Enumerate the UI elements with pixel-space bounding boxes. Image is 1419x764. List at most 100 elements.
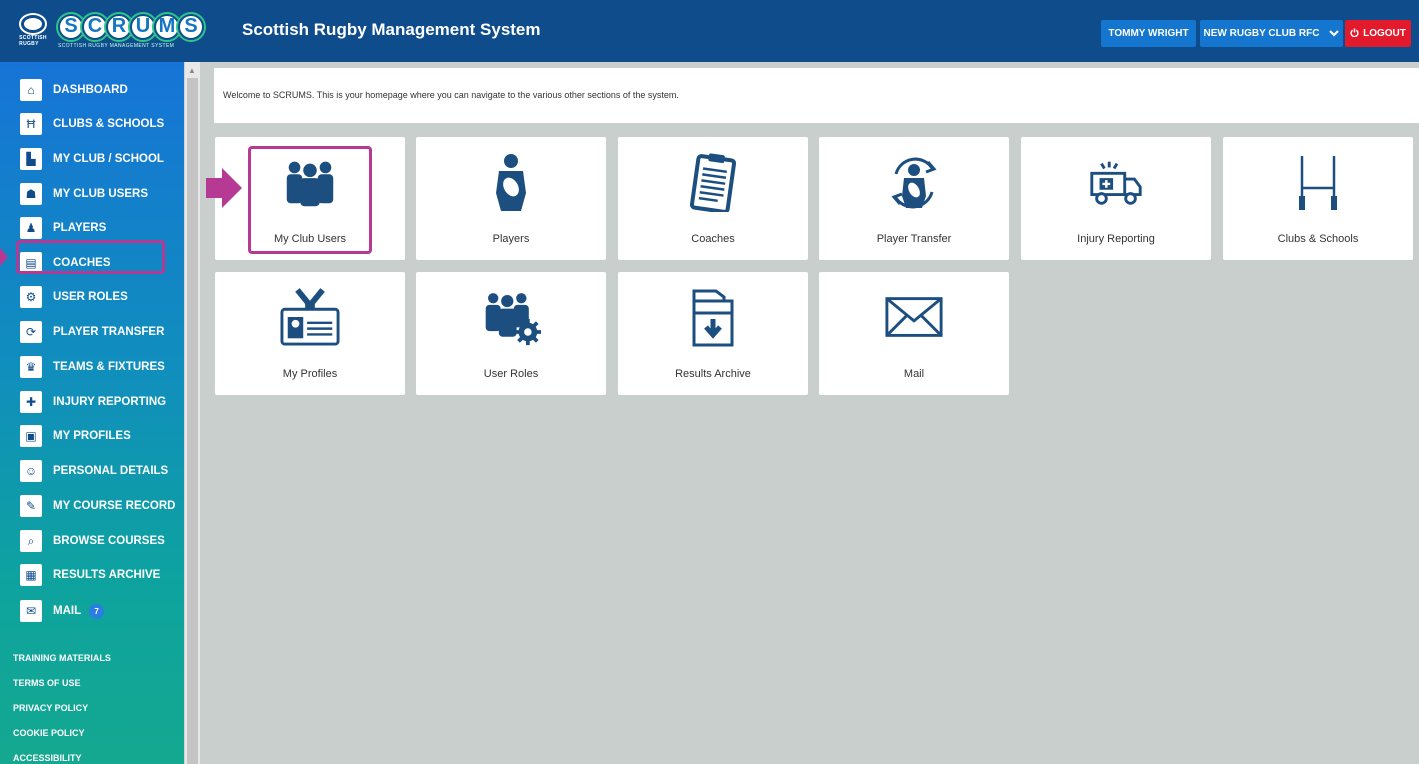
sidebar-item-mail[interactable]: ✉ MAIL 7: [20, 599, 180, 623]
scroll-up-arrow-icon[interactable]: ▲: [188, 66, 196, 75]
card-results-archive[interactable]: Results Archive: [618, 272, 808, 395]
sidebar-item-label: TEAMS & FIXTURES: [53, 361, 165, 373]
card-players[interactable]: Players: [416, 137, 606, 260]
card-label: My Profiles: [282, 368, 338, 380]
card-mail[interactable]: Mail: [819, 272, 1009, 395]
logout-button[interactable]: LOGOUT: [1345, 20, 1411, 47]
card-player-transfer[interactable]: Player Transfer: [819, 137, 1009, 260]
home-icon: ⌂: [20, 79, 42, 101]
scottish-rugby-logo-icon: SCOTTISH RUGBY: [14, 12, 52, 50]
sidebar-item-label: DASHBOARD: [53, 84, 128, 96]
sidebar-item-label: MY CLUB / SCHOOL: [53, 153, 164, 165]
archive-icon: ▦: [20, 564, 42, 586]
sidebar-item-personal-details[interactable]: ☺ PERSONAL DETAILS: [20, 459, 180, 483]
sidebar-item-injury-reporting[interactable]: ✚ INJURY REPORTING: [20, 390, 180, 414]
trophy-icon: ♛: [20, 356, 42, 378]
chevron-down-icon: [1329, 28, 1340, 40]
sidebar-item-my-club-users[interactable]: ☗ MY CLUB USERS: [20, 182, 180, 206]
card-coaches[interactable]: Coaches: [618, 137, 808, 260]
card-label: User Roles: [483, 368, 539, 380]
id-badge-icon: ▣: [20, 425, 42, 447]
card-label: Coaches: [691, 233, 735, 245]
sidebar-item-label: RESULTS ARCHIVE: [53, 569, 161, 581]
mail-count-badge: 7: [89, 603, 105, 619]
ambulance-icon: [1086, 151, 1146, 213]
card-injury-reporting[interactable]: Injury Reporting: [1021, 137, 1211, 260]
sidebar-item-user-roles[interactable]: ⚙ USER ROLES: [20, 285, 180, 309]
transfer-icon: [884, 151, 944, 213]
pointer-arrow-icon: [206, 168, 242, 208]
card-clubs-schools[interactable]: Clubs & Schools: [1223, 137, 1413, 260]
scrollbar-thumb[interactable]: [187, 78, 198, 764]
welcome-panel: Welcome to SCRUMS. This is your homepage…: [214, 68, 1419, 123]
person-card-icon: ☺: [20, 460, 42, 482]
users-icon: ☗: [20, 183, 42, 205]
browse-icon: ⌕: [20, 530, 42, 552]
app-title: Scottish Rugby Management System: [242, 20, 541, 39]
sidebar-item-label: MY CLUB USERS: [53, 188, 148, 200]
card-label: Clubs & Schools: [1277, 233, 1359, 245]
footer-link-training-materials[interactable]: TRAINING MATERIALS: [13, 653, 111, 663]
sidebar-item-label: CLUBS & SCHOOLS: [53, 118, 165, 130]
sidebar-item-results-archive[interactable]: ▦ RESULTS ARCHIVE: [20, 563, 180, 587]
card-my-profiles[interactable]: My Profiles: [215, 272, 405, 395]
footer-link-terms-of-use[interactable]: TERMS OF USE: [13, 678, 81, 688]
footer-link-privacy-policy[interactable]: PRIVACY POLICY: [13, 703, 88, 713]
sidebar-item-label: USER ROLES: [53, 291, 128, 303]
sidebar-item-players[interactable]: ♟ PLAYERS: [20, 216, 180, 240]
sidebar-item-label: PLAYERS: [53, 222, 107, 234]
sidebar-item-label: BROWSE COURSES: [53, 535, 165, 547]
sidebar-scrollbar[interactable]: ▲: [184, 62, 200, 764]
club-select-button[interactable]: NEW RUGBY CLUB RFC: [1200, 20, 1343, 47]
scrums-wordmark: SCRUMS: [58, 13, 204, 40]
scrums-subtitle: SCOTTISH RUGBY MANAGEMENT SYSTEM: [58, 42, 175, 49]
clipboard-icon: [683, 151, 743, 213]
sidebar-item-label: INJURY REPORTING: [53, 396, 167, 408]
user-menu-button[interactable]: TOMMY WRIGHT: [1101, 20, 1196, 47]
archive-icon: [683, 286, 743, 348]
footer-link-accessibility[interactable]: ACCESSIBILITY: [13, 753, 82, 763]
sidebar-item-browse-courses[interactable]: ⌕ BROWSE COURSES: [20, 529, 180, 553]
sidebar-item-my-club-school[interactable]: ▙ MY CLUB / SCHOOL: [20, 147, 180, 171]
top-header: SCOTTISH RUGBY SCRUMS SCOTTISH RUGBY MANA…: [0, 0, 1419, 62]
sidebar-item-teams-fixtures[interactable]: ♛ TEAMS & FIXTURES: [20, 355, 180, 379]
card-label: Results Archive: [675, 368, 751, 380]
building-icon: ▙: [20, 148, 42, 170]
sidebar-item-label: MAIL: [53, 605, 82, 617]
player-icon: ♟: [20, 217, 42, 239]
card-label: Mail: [903, 368, 925, 380]
sidebar-item-clubs-schools[interactable]: Ħ CLUBS & SCHOOLS: [20, 112, 180, 136]
sidebar-item-label: PERSONAL DETAILS: [53, 465, 169, 477]
welcome-text: Welcome to SCRUMS. This is your homepage…: [223, 90, 679, 100]
sidebar-item-player-transfer[interactable]: ⟳ PLAYER TRANSFER: [20, 320, 180, 344]
user-roles-icon: [481, 286, 541, 348]
player-icon: [481, 151, 541, 213]
course-record-icon: ✎: [20, 495, 42, 517]
sidebar: ⌂ DASHBOARD Ħ CLUBS & SCHOOLS ▙ MY CLUB …: [0, 62, 184, 764]
logout-label: LOGOUT: [1363, 28, 1406, 39]
footer-link-cookie-policy[interactable]: COOKIE POLICY: [13, 728, 85, 738]
goalposts-icon: Ħ: [20, 113, 42, 135]
highlight-box-card: [248, 146, 372, 254]
highlight-box-sidebar: [16, 240, 165, 274]
card-label: Players: [492, 233, 530, 245]
card-label: Player Transfer: [876, 233, 952, 245]
ambulance-icon: ✚: [20, 391, 42, 413]
sidebar-item-label: MY PROFILES: [53, 430, 131, 442]
id-badge-icon: [280, 286, 340, 348]
power-icon: [1350, 27, 1359, 40]
mail-icon: ✉: [20, 600, 42, 622]
sidebar-item-my-course-record[interactable]: ✎ MY COURSE RECORD: [20, 494, 180, 518]
mail-icon: [884, 286, 944, 348]
club-select-label: NEW RUGBY CLUB RFC: [1203, 28, 1320, 39]
pointer-arrow-icon: [0, 248, 8, 266]
scrums-logo[interactable]: SCOTTISH RUGBY SCRUMS SCOTTISH RUGBY MANA…: [14, 8, 204, 54]
card-label: Injury Reporting: [1077, 233, 1155, 245]
sidebar-item-my-profiles[interactable]: ▣ MY PROFILES: [20, 424, 180, 448]
user-roles-icon: ⚙: [20, 286, 42, 308]
sidebar-item-label: MY COURSE RECORD: [53, 500, 176, 512]
main-content: Welcome to SCRUMS. This is your homepage…: [200, 62, 1419, 764]
card-user-roles[interactable]: User Roles: [416, 272, 606, 395]
goalposts-icon: [1288, 151, 1348, 213]
sidebar-item-dashboard[interactable]: ⌂ DASHBOARD: [20, 78, 180, 102]
